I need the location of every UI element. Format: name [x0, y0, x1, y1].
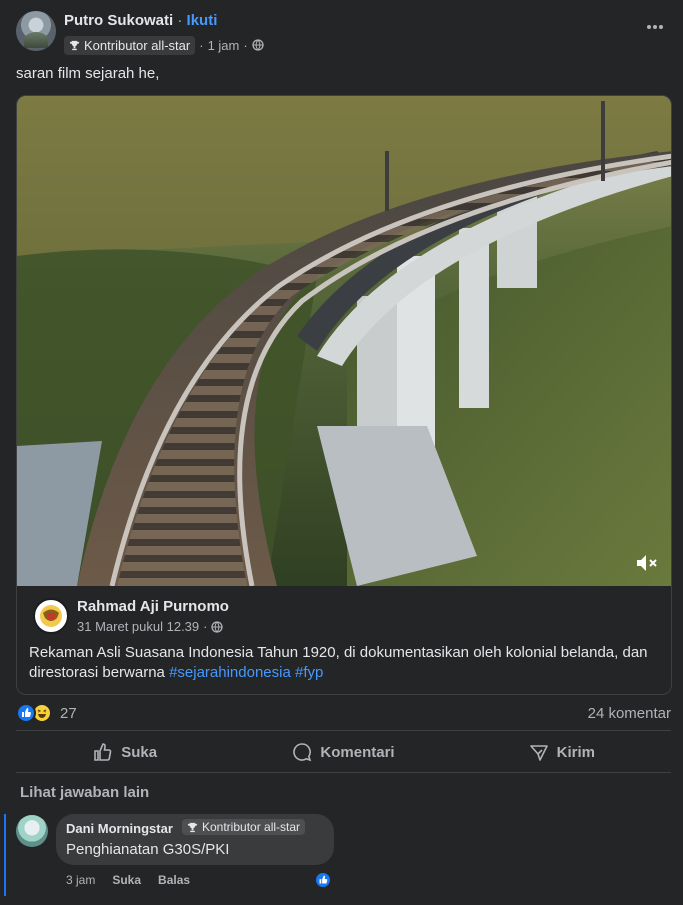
comment-text: Penghianatan G30S/PKI	[66, 841, 230, 858]
commenter-avatar[interactable]	[16, 815, 48, 847]
author-avatar[interactable]	[16, 11, 56, 51]
shared-post-card[interactable]: Rahmad Aji Purnomo 31 Maret pukul 12.39 …	[16, 95, 672, 695]
comment-like-button[interactable]: Suka	[112, 873, 141, 887]
mute-toggle-button[interactable]	[635, 552, 659, 574]
contributor-badge[interactable]: Kontributor all-star	[64, 35, 196, 55]
share-button[interactable]: Kirim	[453, 733, 671, 771]
comment-reply-button[interactable]: Balas	[158, 873, 190, 887]
divider	[16, 772, 671, 773]
separator-dot: ·	[203, 619, 208, 634]
trophy-icon	[69, 40, 80, 50]
shared-post-date[interactable]: 31 Maret pukul 12.39	[77, 619, 199, 634]
comment-like-reaction-icon[interactable]	[314, 871, 332, 889]
divider	[16, 730, 671, 731]
more-options-button[interactable]	[643, 17, 667, 37]
speech-bubble-icon	[293, 743, 312, 762]
shared-author-avatar[interactable]	[33, 598, 69, 634]
post-text: saran film sejarah he,	[16, 65, 160, 82]
comment-bubble: Dani Morningstar Kontributor all-star Pe…	[56, 814, 334, 865]
author-name[interactable]: Putro Sukowati	[64, 12, 173, 29]
video-player[interactable]	[17, 96, 671, 586]
globe-icon	[211, 620, 224, 633]
comment-label: Komentari	[320, 743, 395, 761]
comment-time[interactable]: 3 jam	[66, 873, 95, 887]
commenter-contributor-badge[interactable]: Kontributor all-star	[182, 819, 306, 835]
follow-button[interactable]: Ikuti	[187, 12, 218, 29]
thumbs-up-icon	[94, 743, 112, 761]
caption-text: Rekaman Asli Suasana Indonesia Tahun 192…	[29, 644, 648, 681]
trophy-icon	[187, 822, 198, 832]
reaction-count[interactable]: 27	[60, 705, 77, 722]
reaction-icons[interactable]	[16, 703, 52, 723]
thread-line	[4, 814, 6, 896]
comment-actions: 3 jam Suka Balas	[66, 873, 190, 887]
garuda-emblem-icon	[36, 601, 66, 631]
globe-icon	[252, 39, 264, 51]
speaker-muted-icon	[637, 555, 657, 571]
post-actions: Suka Komentari Kirim	[16, 733, 671, 771]
send-icon	[529, 745, 548, 761]
post-time[interactable]: 1 jam	[208, 38, 240, 53]
contributor-badge-label: Kontributor all-star	[84, 37, 191, 53]
like-reaction-icon	[16, 703, 36, 723]
view-more-replies-link[interactable]: Lihat jawaban lain	[20, 784, 149, 801]
comment-count[interactable]: 24 komentar	[588, 705, 671, 722]
railway-bridge-video-frame	[17, 96, 671, 586]
separator-dot: ·	[177, 12, 183, 29]
more-horizontal-icon	[647, 25, 663, 29]
comment-author[interactable]: Dani Morningstar	[66, 821, 173, 836]
share-label: Kirim	[556, 743, 595, 761]
post-meta: Kontributor all-star · 1 jam ·	[64, 35, 264, 55]
reaction-summary: 27 24 komentar	[16, 703, 671, 725]
post-header: Putro Sukowati · Ikuti Kontributor all-s…	[16, 11, 667, 55]
shared-post-info: Rahmad Aji Purnomo 31 Maret pukul 12.39 …	[17, 586, 671, 694]
shared-author-name[interactable]: Rahmad Aji Purnomo	[77, 598, 229, 615]
comment-button[interactable]: Komentari	[234, 733, 452, 771]
separator-dot: ·	[243, 37, 248, 53]
like-label: Suka	[121, 743, 158, 761]
hashtag-link[interactable]: #fyp	[295, 664, 323, 681]
author-line: Putro Sukowati · Ikuti	[64, 12, 217, 29]
separator-dot: ·	[199, 37, 204, 53]
hashtag-link[interactable]: #sejarahindonesia	[169, 664, 291, 681]
shared-post-meta: 31 Maret pukul 12.39 ·	[77, 619, 224, 634]
commenter-badge-label: Kontributor all-star	[202, 820, 301, 834]
shared-post-caption: Rekaman Asli Suasana Indonesia Tahun 192…	[29, 643, 659, 683]
like-button[interactable]: Suka	[16, 733, 234, 771]
